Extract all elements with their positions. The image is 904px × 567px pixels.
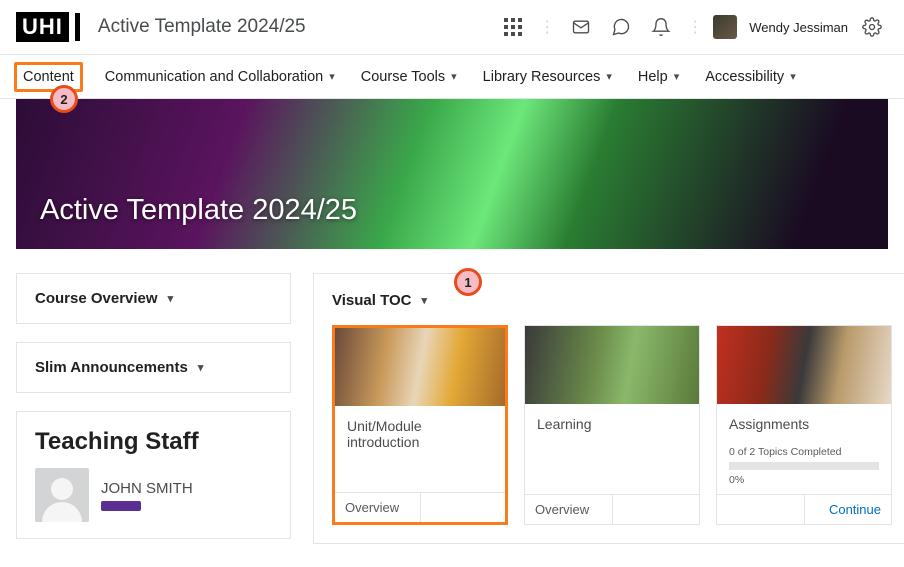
chevron-down-icon: ▾ bbox=[674, 70, 680, 83]
nav-library-resources[interactable]: Library Resources ▾ bbox=[479, 65, 616, 89]
chevron-down-icon: ▾ bbox=[451, 70, 457, 83]
annotation-badge-1: 1 bbox=[454, 268, 482, 296]
staff-name: JOHN SMITH bbox=[101, 480, 193, 497]
app-switcher-icon[interactable] bbox=[497, 11, 529, 43]
widget-title: Course Overview bbox=[35, 290, 158, 307]
staff-role-badge bbox=[101, 501, 141, 511]
discussions-icon[interactable] bbox=[605, 11, 637, 43]
chevron-down-icon: ▾ bbox=[168, 292, 174, 305]
logo[interactable]: UHI bbox=[16, 12, 80, 42]
nav-label: Course Tools bbox=[361, 69, 445, 85]
card-overview-label: Overview bbox=[535, 502, 589, 517]
messages-icon[interactable] bbox=[565, 11, 597, 43]
widget-title: Slim Announcements bbox=[35, 359, 188, 376]
chevron-down-icon: ▾ bbox=[790, 70, 796, 83]
card-secondary-cell bbox=[421, 493, 506, 522]
chevron-down-icon: ▾ bbox=[329, 70, 335, 83]
toc-card-unit-intro[interactable]: Unit/Module introduction Overview bbox=[332, 325, 508, 525]
settings-gear-icon[interactable] bbox=[856, 11, 888, 43]
card-progress: 0 of 2 Topics Completed 0% bbox=[717, 446, 891, 494]
notifications-icon[interactable] bbox=[645, 11, 677, 43]
nav-accessibility[interactable]: Accessibility ▾ bbox=[701, 65, 800, 89]
nav-communication[interactable]: Communication and Collaboration ▾ bbox=[101, 65, 339, 89]
main-area: Course Overview ▾ Slim Announcements ▾ T… bbox=[0, 249, 904, 544]
card-secondary-cell bbox=[613, 495, 700, 524]
staff-member[interactable]: JOHN SMITH bbox=[35, 468, 272, 522]
visual-toc-dropdown[interactable]: Visual TOC ▾ bbox=[332, 292, 892, 309]
nav-label: Help bbox=[638, 69, 668, 85]
teaching-staff-widget: Teaching Staff JOHN SMITH bbox=[16, 411, 291, 539]
card-continue-link[interactable]: Continue bbox=[805, 495, 892, 524]
card-overview-button[interactable]: Overview bbox=[525, 495, 613, 524]
course-overview-widget[interactable]: Course Overview ▾ bbox=[16, 273, 291, 324]
toc-label: Visual TOC bbox=[332, 292, 411, 309]
nav-help[interactable]: Help ▾ bbox=[634, 65, 683, 89]
nav-label: Communication and Collaboration bbox=[105, 69, 323, 85]
content-widget: 1 Visual TOC ▾ Unit/Module introduction … bbox=[313, 273, 904, 544]
user-name[interactable]: Wendy Jessiman bbox=[749, 20, 848, 35]
header-course-title[interactable]: Active Template 2024/25 bbox=[98, 16, 306, 38]
nav-label: Content bbox=[23, 69, 74, 85]
chevron-down-icon: ▾ bbox=[198, 361, 204, 374]
staff-avatar-placeholder-icon bbox=[35, 468, 89, 522]
sidebar: Course Overview ▾ Slim Announcements ▾ T… bbox=[16, 273, 291, 544]
card-thumbnail bbox=[717, 326, 891, 404]
course-nav: Content Communication and Collaboration … bbox=[0, 55, 904, 99]
annotation-badge-2: 2 bbox=[50, 85, 78, 113]
card-title: Learning bbox=[537, 416, 687, 432]
logo-divider bbox=[75, 13, 80, 41]
card-overview-button[interactable]: Overview bbox=[335, 493, 421, 522]
separator: ⋮ bbox=[685, 17, 705, 37]
teaching-staff-heading: Teaching Staff bbox=[35, 428, 272, 456]
toc-card-assignments[interactable]: Assignments 0 of 2 Topics Completed 0% C… bbox=[716, 325, 892, 525]
toc-card-learning[interactable]: Learning Overview bbox=[524, 325, 700, 525]
card-title: Unit/Module introduction bbox=[347, 418, 493, 450]
nav-course-tools[interactable]: Course Tools ▾ bbox=[357, 65, 461, 89]
hero-title: Active Template 2024/25 bbox=[40, 194, 357, 227]
chevron-down-icon: ▾ bbox=[606, 70, 612, 83]
card-thumbnail bbox=[335, 328, 505, 406]
nav-label: Accessibility bbox=[705, 69, 784, 85]
topbar-right: ⋮ ⋮ Wendy Jessiman bbox=[497, 11, 888, 43]
progress-percent: 0% bbox=[729, 474, 879, 486]
course-hero-banner: Active Template 2024/25 bbox=[16, 99, 888, 249]
card-title: Assignments bbox=[729, 416, 879, 432]
top-bar: UHI Active Template 2024/25 ⋮ ⋮ Wendy Je… bbox=[0, 0, 904, 55]
separator: ⋮ bbox=[537, 17, 557, 37]
chevron-down-icon: ▾ bbox=[421, 294, 427, 307]
card-primary-cell bbox=[717, 495, 805, 524]
card-overview-label: Overview bbox=[345, 500, 399, 515]
toc-cards: Unit/Module introduction Overview Learni… bbox=[332, 325, 892, 525]
user-avatar[interactable] bbox=[713, 15, 737, 39]
progress-text: 0 of 2 Topics Completed bbox=[729, 446, 879, 458]
slim-announcements-widget[interactable]: Slim Announcements ▾ bbox=[16, 342, 291, 393]
progress-bar bbox=[729, 462, 879, 470]
nav-label: Library Resources bbox=[483, 69, 601, 85]
card-thumbnail bbox=[525, 326, 699, 404]
logo-mark: UHI bbox=[16, 12, 69, 42]
card-continue-label: Continue bbox=[829, 502, 881, 517]
